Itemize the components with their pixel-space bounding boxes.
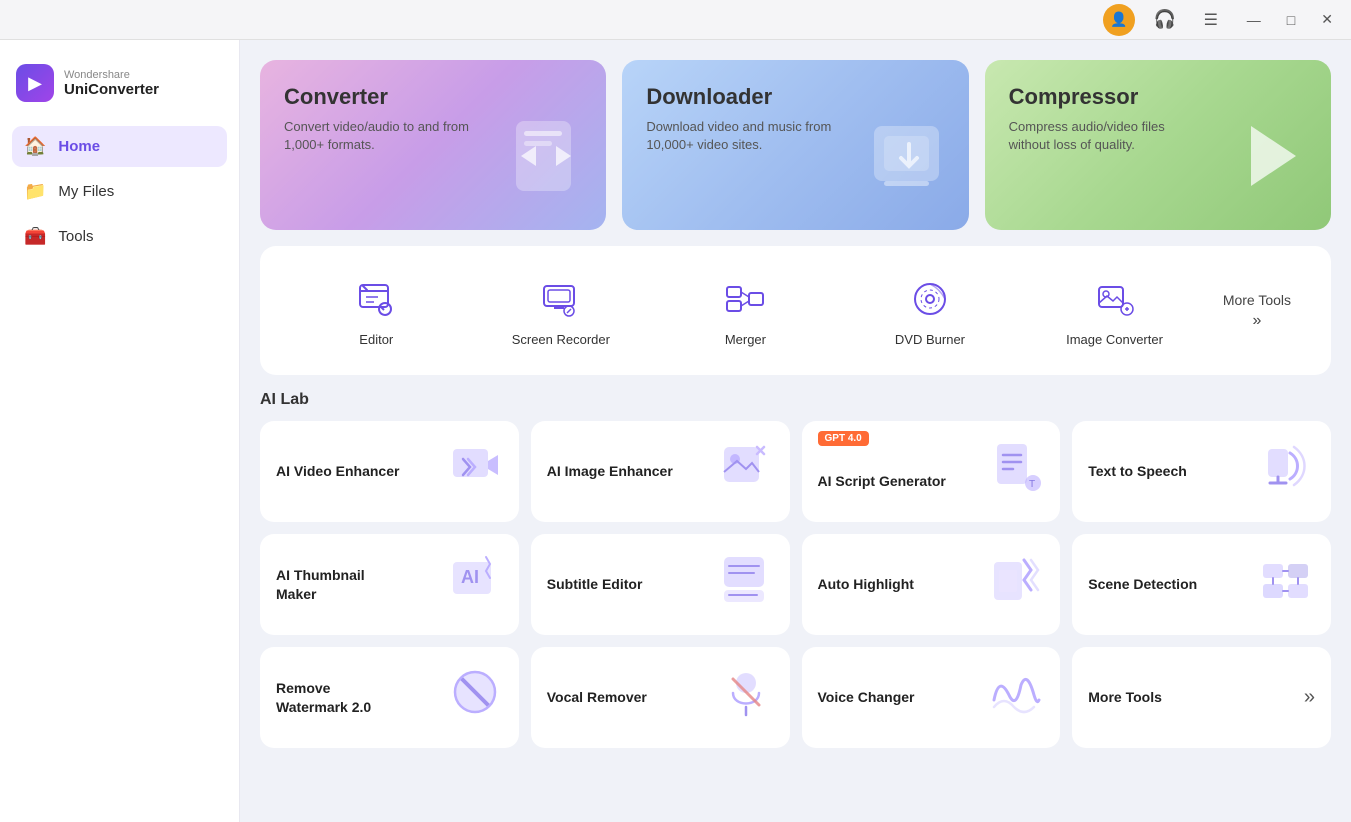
downloader-desc: Download video and music from 10,000+ vi… — [646, 118, 846, 154]
nav-tools-label: Tools — [58, 228, 93, 245]
more-tools-ai-card[interactable]: More Tools » — [1072, 647, 1331, 748]
vocal-remover-card[interactable]: Vocal Remover — [531, 647, 790, 748]
nav-home[interactable]: 🏠 Home — [12, 126, 227, 167]
nav-home-label: Home — [58, 138, 100, 155]
ai-image-enhancer-card[interactable]: AI Image Enhancer — [531, 421, 790, 522]
logo-text: Wondershare UniConverter — [64, 69, 159, 98]
ai-video-enhancer-card[interactable]: AI Video Enhancer — [260, 421, 519, 522]
tools-section: Editor Screen Recorder — [260, 246, 1331, 375]
merger-icon — [720, 274, 770, 324]
svg-text:AI: AI — [461, 567, 479, 587]
tool-screen-recorder[interactable]: Screen Recorder — [469, 266, 654, 355]
vocal-remover-icon — [719, 665, 774, 730]
editor-label: Editor — [359, 332, 393, 347]
maximize-button[interactable]: □ — [1281, 8, 1301, 32]
main-layout: ▶ Wondershare UniConverter 🏠 Home 📁 My F… — [0, 40, 1351, 822]
menu-icon[interactable]: ☰ — [1195, 4, 1227, 36]
more-tools-ai-label: More Tools — [1088, 688, 1162, 706]
ai-script-generator-icon: T — [989, 439, 1044, 504]
voice-changer-icon — [989, 665, 1044, 730]
subtitle-editor-card[interactable]: Subtitle Editor — [531, 534, 790, 635]
ai-thumbnail-maker-card[interactable]: AI Thumbnail Maker AI — [260, 534, 519, 635]
scene-detection-icon — [1260, 552, 1315, 617]
gpt-badge: GPT 4.0 — [818, 431, 869, 446]
top-cards: Converter Convert video/audio to and fro… — [260, 60, 1331, 230]
ai-video-enhancer-label: AI Video Enhancer — [276, 462, 399, 480]
content-area: Converter Convert video/audio to and fro… — [240, 40, 1351, 822]
folder-icon: 📁 — [24, 181, 46, 202]
more-chevron-icon: » — [1252, 312, 1261, 330]
image-converter-label: Image Converter — [1066, 332, 1163, 347]
text-to-speech-label: Text to Speech — [1088, 462, 1187, 480]
logo-area: ▶ Wondershare UniConverter — [12, 56, 227, 122]
title-bar: 👤 🎧 ☰ — □ ✕ — [0, 0, 1351, 40]
more-tools-label: More Tools — [1223, 292, 1291, 308]
voice-changer-label: Voice Changer — [818, 688, 915, 706]
nav-tools[interactable]: 🧰 Tools — [12, 216, 227, 257]
sidebar: ▶ Wondershare UniConverter 🏠 Home 📁 My F… — [0, 40, 240, 822]
auto-highlight-label: Auto Highlight — [818, 575, 914, 593]
logo-icon: ▶ — [16, 64, 54, 102]
dvd-burner-label: DVD Burner — [895, 332, 965, 347]
ai-image-enhancer-label: AI Image Enhancer — [547, 462, 673, 480]
text-to-speech-icon — [1260, 439, 1315, 504]
compressor-card[interactable]: Compressor Compress audio/video files wi… — [985, 60, 1331, 230]
ai-grid-row2: AI Thumbnail Maker AI Subtitle Editor — [260, 534, 1331, 635]
ai-grid-row1: AI Video Enhancer AI Image Enhancer — [260, 421, 1331, 522]
dvd-burner-icon — [905, 274, 955, 324]
remove-watermark-icon — [448, 665, 503, 730]
ai-grid-row3: Remove Watermark 2.0 Vocal Remover — [260, 647, 1331, 748]
converter-icon — [496, 106, 596, 220]
auto-highlight-icon — [989, 552, 1044, 617]
subtitle-editor-icon — [719, 552, 774, 617]
support-icon[interactable]: 🎧 — [1149, 4, 1181, 36]
ai-script-generator-card[interactable]: GPT 4.0 AI Script Generator T — [802, 421, 1061, 522]
nav-files-label: My Files — [58, 183, 114, 200]
tools-icon: 🧰 — [24, 226, 46, 247]
ai-image-enhancer-icon — [719, 439, 774, 504]
voice-changer-card[interactable]: Voice Changer — [802, 647, 1061, 748]
remove-watermark-card[interactable]: Remove Watermark 2.0 — [260, 647, 519, 748]
ai-thumbnail-maker-label: AI Thumbnail Maker — [276, 566, 406, 602]
user-avatar[interactable]: 👤 — [1103, 4, 1135, 36]
converter-card[interactable]: Converter Convert video/audio to and fro… — [260, 60, 606, 230]
screen-recorder-icon — [536, 274, 586, 324]
compressor-desc: Compress audio/video files without loss … — [1009, 118, 1209, 154]
tool-dvd-burner[interactable]: DVD Burner — [838, 266, 1023, 355]
image-converter-icon — [1090, 274, 1140, 324]
scene-detection-label: Scene Detection — [1088, 575, 1197, 593]
tool-editor[interactable]: Editor — [284, 266, 469, 355]
more-tools-button[interactable]: More Tools » — [1207, 284, 1307, 338]
scene-detection-card[interactable]: Scene Detection — [1072, 534, 1331, 635]
downloader-card[interactable]: Downloader Download video and music from… — [622, 60, 968, 230]
title-bar-icons: 👤 🎧 ☰ — □ ✕ — [1103, 4, 1339, 36]
logo-product: UniConverter — [64, 81, 159, 98]
logo-brand: Wondershare — [64, 69, 159, 81]
svg-text:T: T — [1029, 479, 1035, 490]
ai-thumbnail-maker-icon: AI — [448, 552, 503, 617]
remove-watermark-label: Remove Watermark 2.0 — [276, 679, 406, 715]
nav-my-files[interactable]: 📁 My Files — [12, 171, 227, 212]
editor-icon — [351, 274, 401, 324]
more-tools-chevron-icon: » — [1304, 686, 1315, 709]
minimize-button[interactable]: — — [1241, 8, 1267, 32]
screen-recorder-label: Screen Recorder — [512, 332, 610, 347]
home-icon: 🏠 — [24, 136, 46, 157]
tool-merger[interactable]: Merger — [653, 266, 838, 355]
ai-lab-title: AI Lab — [260, 391, 1331, 409]
compressor-icon — [1221, 106, 1321, 220]
auto-highlight-card[interactable]: Auto Highlight — [802, 534, 1061, 635]
ai-lab-section: AI Lab AI Video Enhancer AI Im — [260, 391, 1331, 748]
ai-video-enhancer-icon — [448, 439, 503, 504]
vocal-remover-label: Vocal Remover — [547, 688, 647, 706]
merger-label: Merger — [725, 332, 766, 347]
text-to-speech-card[interactable]: Text to Speech — [1072, 421, 1331, 522]
converter-desc: Convert video/audio to and from 1,000+ f… — [284, 118, 484, 154]
subtitle-editor-label: Subtitle Editor — [547, 575, 643, 593]
tool-image-converter[interactable]: Image Converter — [1022, 266, 1207, 355]
close-button[interactable]: ✕ — [1315, 7, 1339, 32]
ai-script-generator-label: AI Script Generator — [818, 472, 946, 490]
downloader-icon — [859, 106, 959, 220]
